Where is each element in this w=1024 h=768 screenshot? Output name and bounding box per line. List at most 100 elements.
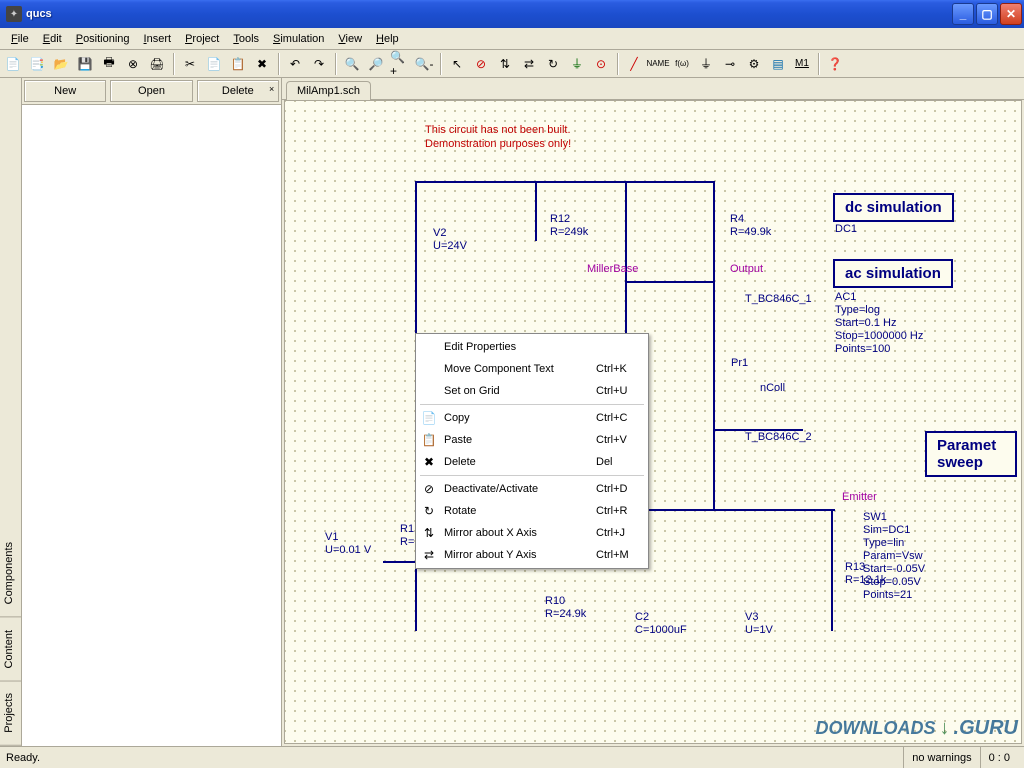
app-icon: ✦ <box>6 6 22 22</box>
comp-r1: R1 R= <box>400 523 414 549</box>
help-button[interactable]: ❓ <box>824 53 846 75</box>
comp-t2: T_BC846C_2 <box>745 431 812 444</box>
left-panel: Projects Content Components New Open Del… <box>0 78 282 746</box>
menu-insert[interactable]: Insert <box>137 31 179 47</box>
zoom-1-button[interactable]: 🔎 <box>365 53 387 75</box>
wire-button[interactable]: ╱ <box>623 53 645 75</box>
document-tab-bar: MilAmp1.sch <box>282 78 1024 100</box>
mirror-x-button[interactable]: ⇅ <box>494 53 516 75</box>
menu-positioning[interactable]: Positioning <box>69 31 137 47</box>
redo-button[interactable]: ↷ <box>308 53 330 75</box>
label-millerbase: MillerBase <box>587 263 638 275</box>
document-tab[interactable]: MilAmp1.sch <box>286 81 371 100</box>
new-doc-button[interactable]: 📄 <box>2 53 24 75</box>
comp-r10: R10 R=24.9k <box>545 595 586 621</box>
main-area: Projects Content Components New Open Del… <box>0 78 1024 746</box>
ctx-item-rotate[interactable]: ↻RotateCtrl+R <box>418 500 646 522</box>
status-ready: Ready. <box>6 752 903 764</box>
side-tab-content[interactable]: Content <box>0 618 21 682</box>
delete-button[interactable]: ✖ <box>251 53 273 75</box>
editor-area: MilAmp1.sch This circuit has not been bu… <box>282 78 1024 746</box>
menu-edit[interactable]: Edit <box>36 31 69 47</box>
toolbar: 📄 📑 📂 💾 🖶 ⊗ 🖨 ✂ 📄 📋 ✖ ↶ ↷ 🔍 🔎 🔍+ 🔍- ↖ ⊘ … <box>0 50 1024 78</box>
sweep-sim-params: SW1 Sim=DC1 Type=lin Param=Vsw Start=-0.… <box>863 511 925 602</box>
mirror-y-button[interactable]: ⇄ <box>518 53 540 75</box>
ctx-item-set-on-grid[interactable]: Set on GridCtrl+U <box>418 380 646 402</box>
ctx-item-edit-properties[interactable]: Edit Properties <box>418 336 646 358</box>
new-text-button[interactable]: 📑 <box>26 53 48 75</box>
ctx-shortcut: Ctrl+V <box>596 434 646 446</box>
projects-open-button[interactable]: Open <box>110 80 192 102</box>
side-tab-components[interactable]: Components <box>0 530 21 617</box>
ctx-label: Set on Grid <box>440 385 596 397</box>
status-coords: 0 : 0 <box>980 747 1018 768</box>
ctx-shortcut: Ctrl+R <box>596 505 646 517</box>
zoom-out-button[interactable]: 🔍- <box>413 53 435 75</box>
menu-view[interactable]: View <box>331 31 369 47</box>
ctx-shortcut: Del <box>596 456 646 468</box>
close-button[interactable]: ✕ <box>1000 3 1022 25</box>
menu-help[interactable]: Help <box>369 31 406 47</box>
copy-button[interactable]: 📄 <box>203 53 225 75</box>
schematic-canvas[interactable]: This circuit has not been built.Demonstr… <box>284 100 1022 744</box>
menu-simulation[interactable]: Simulation <box>266 31 331 47</box>
ctx-shortcut: Ctrl+C <box>596 412 646 424</box>
title-bar: ✦ qucs _ ▢ ✕ <box>0 0 1024 28</box>
label-emitter: Emitter <box>842 491 877 503</box>
zoom-in-button[interactable]: 🔍+ <box>389 53 411 75</box>
cut-button[interactable]: ✂ <box>179 53 201 75</box>
zoom-fit-button[interactable]: 🔍 <box>341 53 363 75</box>
ctx-label: Move Component Text <box>440 363 596 375</box>
view-data-button[interactable]: ▤ <box>767 53 789 75</box>
insert-port-button[interactable]: ⊙ <box>590 53 612 75</box>
ctx-icon: ⇅ <box>418 524 440 542</box>
deactivate-button[interactable]: ⊘ <box>470 53 492 75</box>
ctx-item-copy[interactable]: 📄CopyCtrl+C <box>418 407 646 429</box>
ctx-item-move-component-text[interactable]: Move Component TextCtrl+K <box>418 358 646 380</box>
ctx-icon: 📋 <box>418 431 440 449</box>
projects-delete-button[interactable]: Delete <box>197 80 279 102</box>
menu-project[interactable]: Project <box>178 31 226 47</box>
undo-button[interactable]: ↶ <box>284 53 306 75</box>
save-button[interactable]: 💾 <box>74 53 96 75</box>
minimize-button[interactable]: _ <box>952 3 974 25</box>
projects-new-button[interactable]: New <box>24 80 106 102</box>
comp-v2: V2 U=24V <box>433 227 467 253</box>
rotate-button[interactable]: ↻ <box>542 53 564 75</box>
ac-sim-box[interactable]: ac simulation <box>833 259 953 288</box>
select-button[interactable]: ↖ <box>446 53 468 75</box>
dc-sim-box[interactable]: dc simulation <box>833 193 954 222</box>
ctx-item-paste[interactable]: 📋PasteCtrl+V <box>418 429 646 451</box>
menu-tools[interactable]: Tools <box>226 31 266 47</box>
schematic-warning: This circuit has not been built.Demonstr… <box>425 123 571 151</box>
open-button[interactable]: 📂 <box>50 53 72 75</box>
port-button[interactable]: ⊸ <box>719 53 741 75</box>
menu-file[interactable]: File <box>4 31 36 47</box>
ctx-item-delete[interactable]: ✖DeleteDel <box>418 451 646 473</box>
save-all-button[interactable]: 🖶 <box>98 53 120 75</box>
ctx-label: Delete <box>440 456 596 468</box>
maximize-button[interactable]: ▢ <box>976 3 998 25</box>
close-doc-button[interactable]: ⊗ <box>122 53 144 75</box>
projects-list[interactable] <box>22 105 281 746</box>
insert-eq-button[interactable]: f(ω) <box>671 53 693 75</box>
wire-label-button[interactable]: NAME <box>647 53 669 75</box>
status-bar: Ready. no warnings 0 : 0 <box>0 746 1024 768</box>
comp-v3: V3 U=1V <box>745 611 773 637</box>
simulate-button[interactable]: ⚙ <box>743 53 765 75</box>
panel-close-icon[interactable]: × <box>269 84 279 94</box>
print-button[interactable]: 🖨 <box>146 53 168 75</box>
comp-r12: R12 R=249k <box>550 213 588 239</box>
marker-button[interactable]: M1 <box>791 53 813 75</box>
context-menu: Edit PropertiesMove Component TextCtrl+K… <box>415 333 649 569</box>
sweep-sim-box[interactable]: Paramet sweep <box>925 431 1017 477</box>
paste-button[interactable]: 📋 <box>227 53 249 75</box>
insert-ground-button[interactable]: ⏚ <box>566 53 588 75</box>
ctx-item-deactivate-activate[interactable]: ⊘Deactivate/ActivateCtrl+D <box>418 478 646 500</box>
ground-button[interactable]: ⏚ <box>695 53 717 75</box>
side-tab-projects[interactable]: Projects <box>0 681 21 746</box>
ctx-item-mirror-about-y-axis[interactable]: ⇄Mirror about Y AxisCtrl+M <box>418 544 646 566</box>
ctx-shortcut: Ctrl+U <box>596 385 646 397</box>
ctx-label: Mirror about Y Axis <box>440 549 596 561</box>
ctx-item-mirror-about-x-axis[interactable]: ⇅Mirror about X AxisCtrl+J <box>418 522 646 544</box>
